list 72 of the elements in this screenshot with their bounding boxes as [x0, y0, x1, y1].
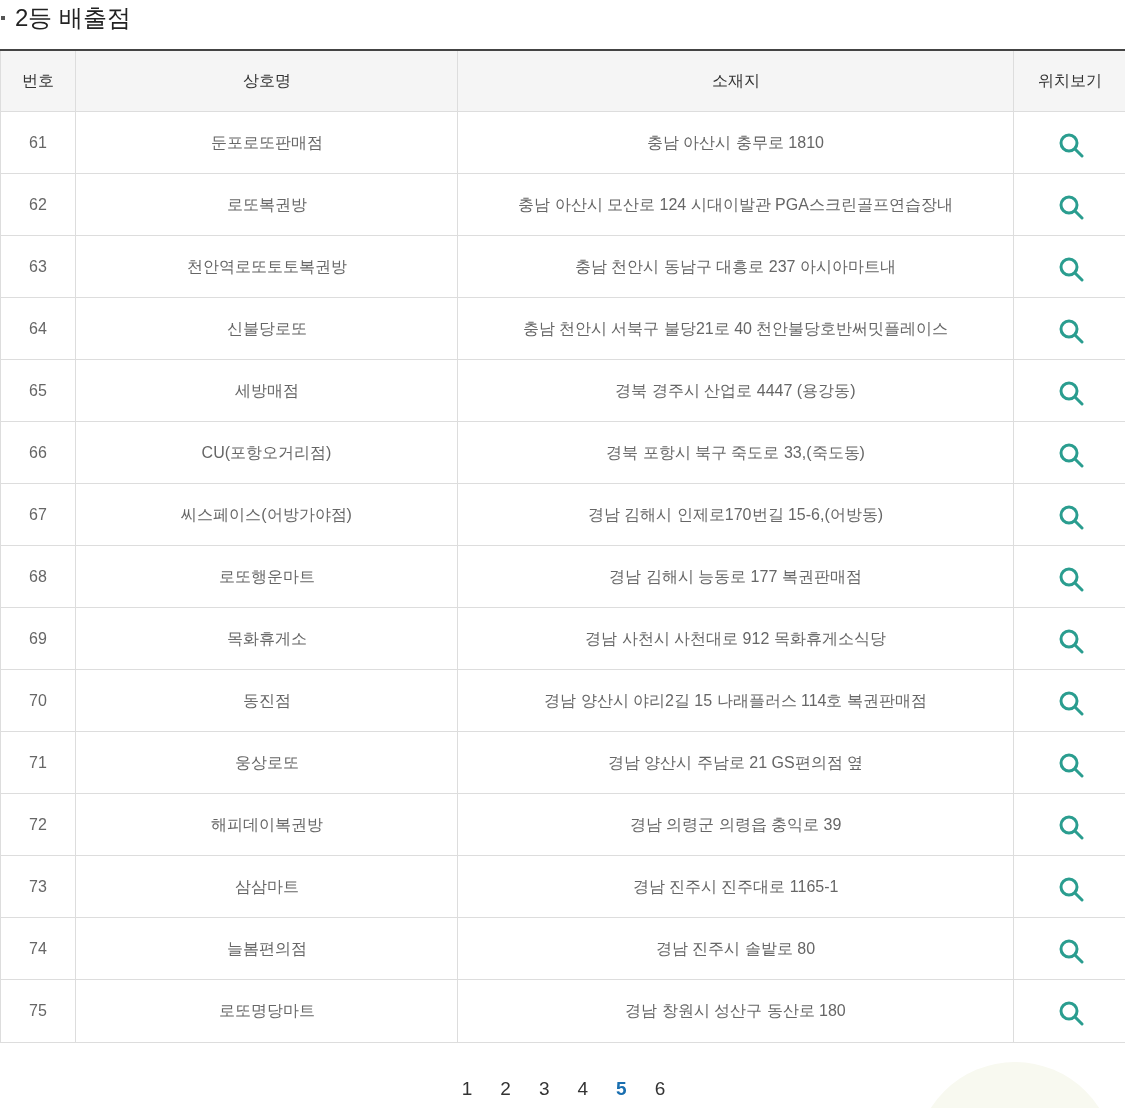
table-cell: 씨스페이스(어방가야점): [76, 484, 458, 545]
search-icon[interactable]: [1057, 255, 1084, 282]
table-cell: 로또행운마트: [76, 546, 458, 607]
table-cell: 충남 천안시 서북구 불당21로 40 천안불당호반써밋플레이스: [458, 298, 1014, 359]
search-icon[interactable]: [1057, 1000, 1084, 1026]
search-icon[interactable]: [1057, 627, 1084, 654]
table-cell: 65: [1, 360, 76, 421]
title-bullet-icon: [1, 15, 5, 20]
search-icon[interactable]: [1057, 503, 1084, 530]
table-cell: 71: [1, 732, 76, 793]
table-cell: 동진점: [76, 670, 458, 731]
table-cell: 62: [1, 174, 76, 235]
table-cell: 충남 천안시 동남구 대흥로 237 아시아마트내: [458, 236, 1014, 297]
search-icon[interactable]: [1057, 751, 1084, 778]
table-cell: 72: [1, 794, 76, 855]
table-cell: CU(포항오거리점): [76, 422, 458, 483]
table-cell: 경남 김해시 능동로 177 복권판매점: [458, 546, 1014, 607]
table-cell: 경남 진주시 솔밭로 80: [458, 918, 1014, 979]
search-icon[interactable]: [1057, 937, 1084, 964]
page-link[interactable]: 4: [572, 1075, 594, 1104]
table-cell: 천안역로또토토복권방: [76, 236, 458, 297]
table-cell: 경남 의령군 의령읍 충익로 39: [458, 794, 1014, 855]
search-icon[interactable]: [1057, 317, 1084, 344]
search-icon[interactable]: [1057, 565, 1084, 592]
table-cell: 75: [1, 980, 76, 1042]
table-cell: 63: [1, 236, 76, 297]
table-cell: 경북 경주시 산업로 4447 (용강동): [458, 360, 1014, 421]
section-title: 2등 배출점: [15, 2, 131, 33]
table-cell: 충남 아산시 모산로 124 시대이발관 PGA스크린골프연습장내: [458, 174, 1014, 235]
table-cell: 삼삼마트: [76, 856, 458, 917]
search-icon[interactable]: [1057, 441, 1084, 468]
page-link[interactable]: 2: [495, 1075, 516, 1104]
table-cell: 둔포로또판매점: [76, 112, 458, 173]
page-link[interactable]: 6: [649, 1075, 671, 1104]
table-cell: 69: [1, 608, 76, 669]
table-cell: 74: [1, 918, 76, 979]
page-link[interactable]: 5: [611, 1075, 632, 1104]
table-cell: 경남 김해시 인제로170번길 15-6,(어방동): [458, 484, 1014, 545]
table-cell: 경남 사천시 사천대로 912 목화휴게소식당: [458, 608, 1014, 669]
table-cell: 신불당로또: [76, 298, 458, 359]
column-header: 소재지: [458, 51, 1014, 111]
table-cell: 경남 진주시 진주대로 1165-1: [458, 856, 1014, 917]
table-cell: 64: [1, 298, 76, 359]
table-cell: 68: [1, 546, 76, 607]
table-cell: 경남 양산시 야리2길 15 나래플러스 114호 복권판매점: [458, 670, 1014, 731]
table-cell: 로또명당마트: [76, 980, 458, 1042]
column-header: 위치보기: [1036, 71, 1103, 91]
search-icon[interactable]: [1057, 875, 1084, 902]
page-link[interactable]: 1: [456, 1075, 478, 1104]
search-icon[interactable]: [1057, 131, 1084, 158]
table-cell: 경남 양산시 주남로 21 GS편의점 옆: [458, 732, 1014, 793]
table-cell: 70: [1, 670, 76, 731]
table-cell: 웅상로또: [76, 732, 458, 793]
search-icon[interactable]: [1057, 379, 1084, 406]
search-icon[interactable]: [1057, 689, 1084, 716]
table-cell: 목화휴게소: [76, 608, 458, 669]
table-cell: 늘봄편의점: [76, 918, 458, 979]
column-header: 번호: [1, 51, 76, 111]
table-cell: 세방매점: [76, 360, 458, 421]
table-cell: 충남 아산시 충무로 1810: [458, 112, 1014, 173]
column-header: 상호명: [76, 51, 458, 111]
page-link[interactable]: 3: [533, 1075, 555, 1104]
table-cell: 해피데이복권방: [76, 794, 458, 855]
table-cell: 73: [1, 856, 76, 917]
search-icon[interactable]: [1057, 813, 1084, 840]
table-cell: 67: [1, 484, 76, 545]
table-cell: 66: [1, 422, 76, 483]
table-cell: 경남 창원시 성산구 동산로 180: [458, 980, 1014, 1042]
table-cell: 로또복권방: [76, 174, 458, 235]
search-icon[interactable]: [1057, 193, 1084, 220]
table-cell: 61: [1, 112, 76, 173]
table-cell: 경북 포항시 북구 죽도로 33,(죽도동): [458, 422, 1014, 483]
